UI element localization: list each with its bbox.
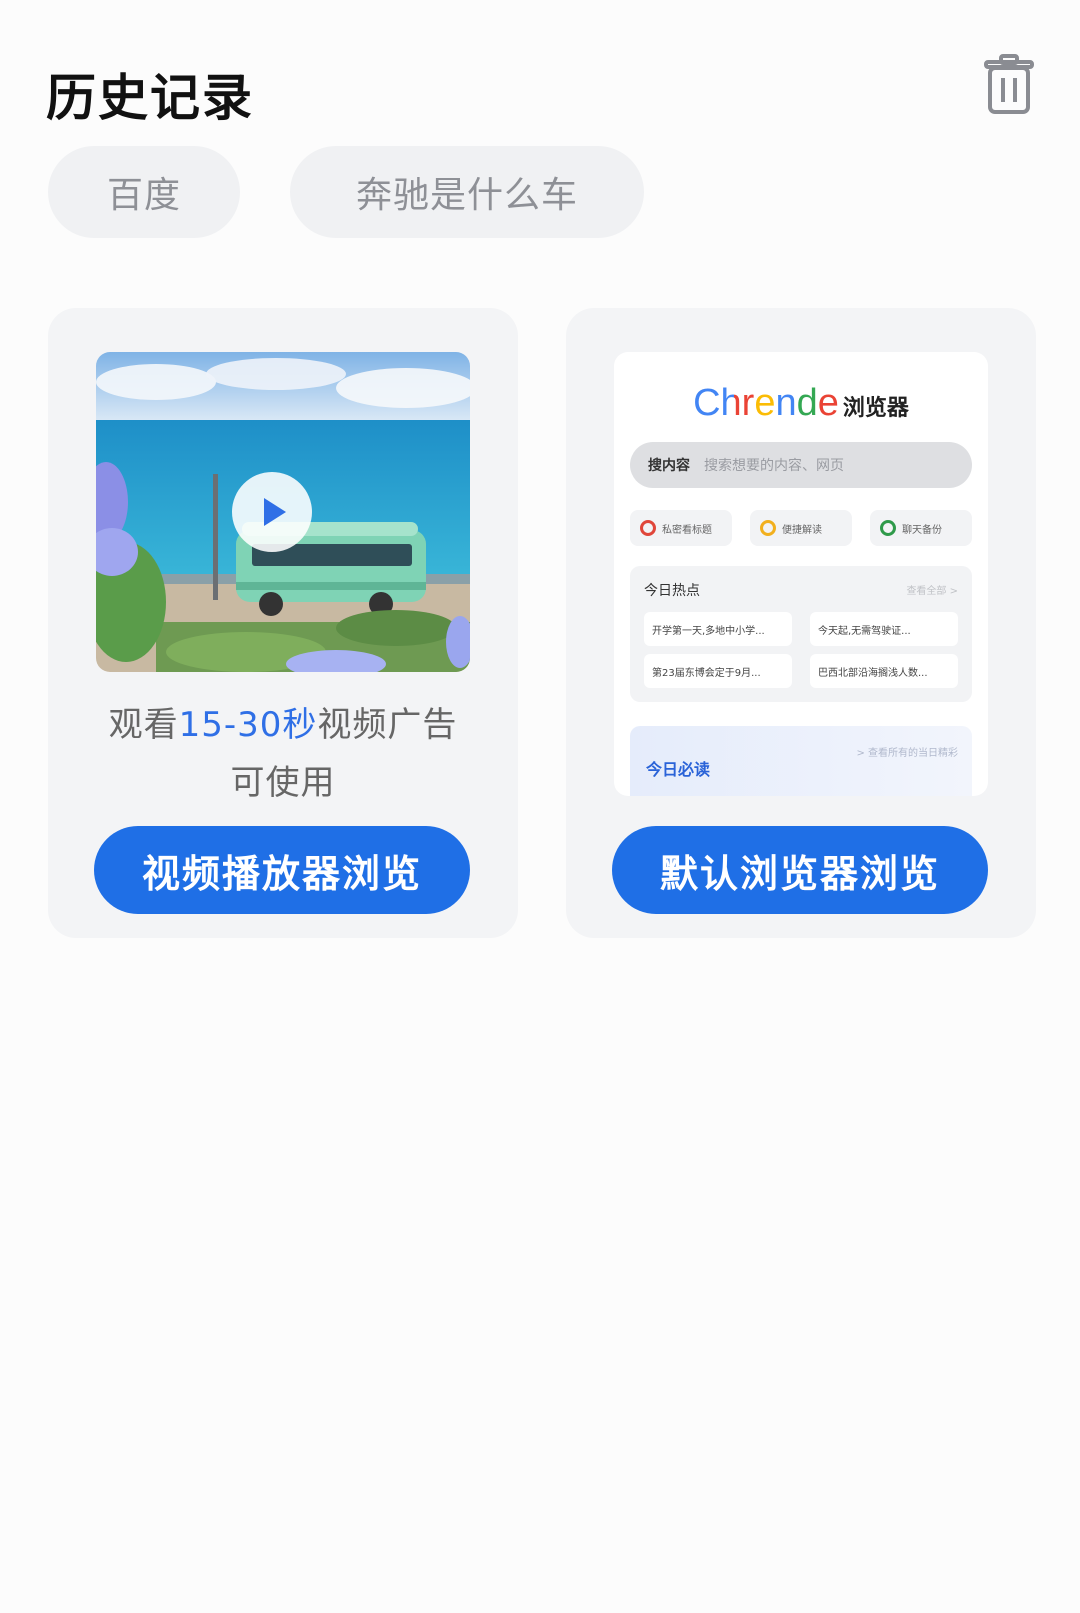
header: 历史记录 (0, 0, 1080, 140)
preview-search-bar: 搜内容 搜索想要的内容、网页 (630, 442, 972, 488)
history-chip[interactable]: 百度 (48, 146, 240, 238)
daily-label: 今日必读 (646, 760, 711, 779)
daily-small: > 查看所有的当日精彩 (856, 748, 958, 759)
video-thumbnail[interactable] (96, 352, 470, 672)
browser-logo: Chrende 浏览器 (614, 382, 988, 425)
play-icon[interactable] (232, 472, 312, 552)
history-chip[interactable]: 奔驰是什么车 (290, 146, 644, 238)
search-prefix: 搜内容 (648, 458, 690, 474)
shortcut-label: 聊天备份 (902, 524, 942, 536)
ad-text-line2: 可使用 (230, 763, 336, 803)
page-title: 历史记录 (46, 69, 254, 127)
shortcut-label: 便捷解读 (782, 524, 822, 536)
shortcut-item: 私密看标题 (630, 510, 732, 546)
hot-title: 今日热点 (644, 583, 700, 599)
trash-icon[interactable] (982, 54, 1036, 116)
shortcut-item: 聊天备份 (870, 510, 972, 546)
preview-shortcuts: 私密看标题 便捷解读 聊天备份 (630, 510, 972, 546)
video-player-card: 观看15-30秒视频广告 可使用 视频播放器浏览 (48, 308, 518, 938)
video-player-browse-button[interactable]: 视频播放器浏览 (94, 826, 470, 914)
circle-icon (640, 520, 656, 536)
browser-preview[interactable]: Chrende 浏览器 搜内容 搜索想要的内容、网页 私密看标题 便捷解读 聊天备… (614, 352, 988, 796)
ad-duration: 15-30秒 (178, 705, 318, 745)
shortcut-item: 便捷解读 (750, 510, 852, 546)
shortcut-label: 私密看标题 (662, 524, 712, 536)
hot-item: 第23届东博会定于9月... (644, 654, 792, 688)
default-browser-card: Chrende 浏览器 搜内容 搜索想要的内容、网页 私密看标题 便捷解读 聊天备… (566, 308, 1036, 938)
ad-text-prefix: 观看 (108, 705, 179, 745)
logo-text: Chrende (693, 382, 839, 424)
hot-item: 巴西北部沿海搁浅人数... (810, 654, 958, 688)
hot-item: 开学第一天,多地中小学... (644, 612, 792, 646)
circle-icon (760, 520, 776, 536)
ad-description: 观看15-30秒视频广告 可使用 (78, 696, 488, 812)
search-placeholder: 搜索想要的内容、网页 (704, 458, 844, 474)
preview-daily-read: 今日必读 > 查看所有的当日精彩 (630, 726, 972, 796)
hot-item: 今天起,无需驾驶证... (810, 612, 958, 646)
preview-hot-news: 今日热点 查看全部 > 开学第一天,多地中小学... 今天起,无需驾驶证... … (630, 566, 972, 702)
logo-suffix: 浏览器 (842, 395, 909, 420)
circle-icon (880, 520, 896, 536)
ad-text-suffix: 视频广告 (317, 705, 458, 745)
default-browser-browse-button[interactable]: 默认浏览器浏览 (612, 826, 988, 914)
hot-more: 查看全部 > (906, 586, 958, 597)
